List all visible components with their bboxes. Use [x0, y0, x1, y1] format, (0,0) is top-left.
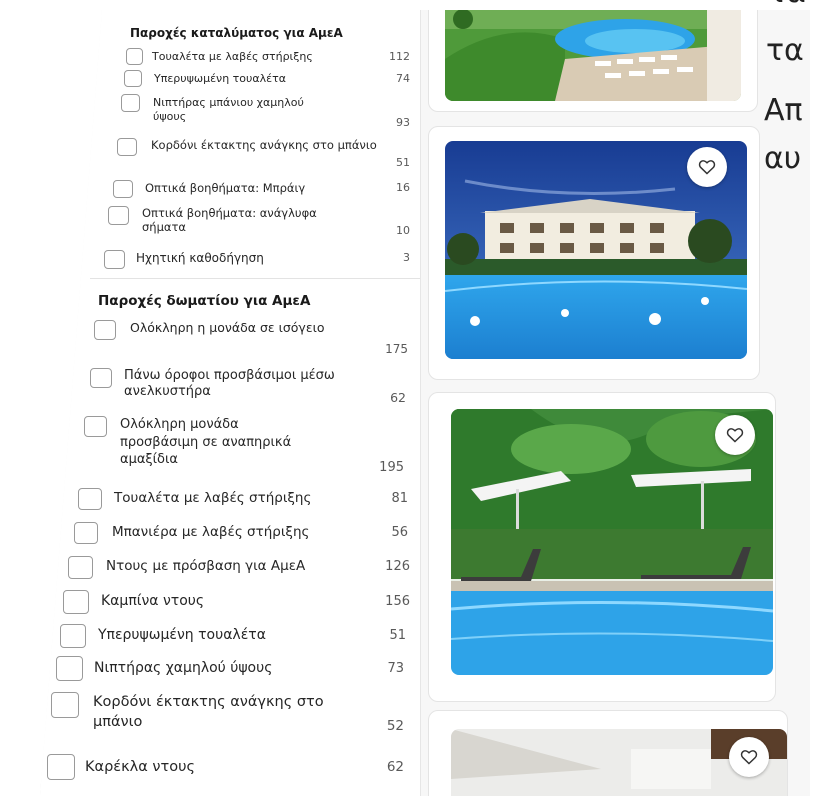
checkbox[interactable] — [47, 754, 75, 780]
filter-label: Υπερυψωμένη τουαλέτα — [154, 72, 286, 85]
filter-count: 52 — [386, 718, 404, 734]
filter-label: Οπτικά βοηθήματα: ανάγλυφα σήματα — [142, 206, 317, 235]
listing-card[interactable] — [428, 392, 776, 702]
listing-card[interactable] — [428, 126, 760, 380]
checkbox[interactable] — [108, 206, 129, 225]
listing-card[interactable] — [428, 10, 758, 112]
checkbox[interactable] — [90, 368, 112, 388]
filter-label: Νιπτήρας μπάνιου χαμηλού ύψους — [153, 96, 304, 123]
filter-row[interactable]: Ηχητική καθοδήγηση 3 — [104, 250, 418, 270]
filter-label: Ηχητική καθοδήγηση — [136, 251, 264, 265]
filter-count: 112 — [389, 50, 410, 63]
filter-count: 51 — [389, 628, 406, 643]
filter-count: 126 — [385, 559, 410, 574]
filter-row[interactable]: Κορδόνι έκτακτης ανάγκης στο μπάνιο 51 — [117, 138, 418, 174]
filter-row[interactable]: Υπερυψωμένη τουαλέτα 74 — [124, 70, 418, 90]
filter-count: 195 — [379, 460, 404, 475]
filter-row[interactable]: Ολόκληρη μονάδα προσβάσιμη σε αναπηρικά … — [84, 416, 418, 476]
filters-sidebar: Παροχές καταλύματος για ΑμεΑ Τουαλέτα με… — [40, 10, 421, 796]
cropped-text-line-2: τα — [766, 33, 804, 68]
filter-row[interactable]: Ντους με πρόσβαση για ΑμεΑ 126 — [68, 556, 418, 580]
cropped-text-line-4: αυ — [764, 141, 802, 176]
filter-row[interactable]: Νιπτήρας μπάνιου χαμηλού ύψους 93 — [121, 94, 418, 132]
filter-row[interactable]: Νιπτήρας χαμηλού ύψους 73 — [56, 656, 418, 684]
checkbox[interactable] — [113, 180, 133, 198]
checkbox[interactable] — [68, 556, 93, 579]
checkbox[interactable] — [94, 320, 116, 340]
filter-label: Οπτικά βοηθήματα: Μπράιγ — [145, 181, 306, 195]
filter-row[interactable]: Κορδόνι έκτακτης ανάγκης στο μπάνιο 52 — [51, 692, 418, 738]
filter-row[interactable]: Τουαλέτα με λαβές στήριξης 112 — [126, 48, 418, 68]
filter-row[interactable]: Τουαλέτα με λαβές στήριξης 81 — [78, 488, 418, 512]
page-sheet: Παροχές καταλύματος για ΑμεΑ Τουαλέτα με… — [40, 10, 810, 796]
listing-card[interactable] — [428, 710, 788, 796]
filter-label: Υπερυψωμένη τουαλέτα — [98, 627, 266, 643]
filter-count: 62 — [386, 759, 404, 775]
filter-row[interactable]: Οπτικά βοηθήματα: ανάγλυφα σήματα 10 — [108, 206, 418, 242]
filter-label: Ντους με πρόσβαση για ΑμεΑ — [106, 558, 306, 574]
hotel-photo-pool-lawn — [445, 10, 741, 101]
checkbox[interactable] — [51, 692, 79, 718]
filter-label: Ολόκληρη η μονάδα σε ισόγειο — [130, 320, 325, 335]
heart-icon — [740, 750, 758, 765]
favorite-button[interactable] — [729, 737, 769, 777]
filter-count: 93 — [396, 116, 410, 129]
filter-row[interactable]: Υπερυψωμένη τουαλέτα 51 — [60, 624, 418, 650]
filter-row[interactable]: Καμπίνα ντους 156 — [63, 590, 418, 616]
filter-count: 156 — [385, 594, 410, 609]
filter-label: Μπανιέρα με λαβές στήριξης — [112, 524, 310, 540]
filter-count: 81 — [391, 491, 408, 506]
checkbox[interactable] — [56, 656, 83, 681]
checkbox[interactable] — [78, 488, 102, 510]
favorite-button[interactable] — [715, 415, 755, 455]
heart-icon — [698, 160, 716, 175]
page-root: Παροχές καταλύματος για ΑμεΑ Τουαλέτα με… — [0, 0, 819, 801]
section-title-property-accessibility: Παροχές καταλύματος για ΑμεΑ — [130, 26, 343, 40]
filter-count: 51 — [396, 156, 410, 169]
checkbox[interactable] — [126, 48, 143, 65]
filter-label: Τουαλέτα με λαβές στήριξης — [152, 50, 313, 63]
filter-count: 10 — [396, 224, 410, 237]
checkbox[interactable] — [124, 70, 142, 87]
cropped-text-line-1: τα — [768, 0, 819, 8]
checkbox[interactable] — [121, 94, 140, 112]
section-divider — [90, 278, 420, 279]
filter-row[interactable]: Οπτικά βοηθήματα: Μπράιγ 16 — [113, 180, 418, 200]
filter-row[interactable]: Καρέκλα ντους 62 — [47, 754, 418, 782]
filter-count: 74 — [396, 72, 410, 85]
checkbox[interactable] — [84, 416, 107, 437]
checkbox[interactable] — [63, 590, 89, 614]
filter-label: Νιπτήρας χαμηλού ύψους — [94, 660, 273, 676]
section-title-room-accessibility: Παροχές δωματίου για ΑμεΑ — [98, 293, 311, 309]
filter-count: 73 — [387, 661, 404, 676]
favorite-button[interactable] — [687, 147, 727, 187]
filter-label: Κορδόνι έκτακτης ανάγκης στο μπάνιο — [93, 694, 324, 731]
checkbox[interactable] — [117, 138, 137, 156]
filter-row[interactable]: Πάνω όροφοι προσβάσιμοι μέσω ανελκυστήρα… — [90, 368, 418, 408]
filter-label: Καμπίνα ντους — [101, 593, 205, 609]
filter-row[interactable]: Μπανιέρα με λαβές στήριξης 56 — [74, 522, 418, 546]
checkbox[interactable] — [74, 522, 98, 544]
filter-count: 62 — [390, 390, 406, 405]
filter-count: 56 — [391, 525, 408, 540]
filter-count: 16 — [396, 181, 410, 194]
filter-label: Τουαλέτα με λαβές στήριξης — [114, 490, 312, 506]
checkbox[interactable] — [104, 250, 125, 269]
heart-icon — [726, 428, 744, 443]
filter-count: 175 — [385, 342, 408, 356]
checkbox[interactable] — [60, 624, 86, 648]
filter-row[interactable]: Ολόκληρη η μονάδα σε ισόγειο 175 — [94, 320, 418, 360]
hotel-photo[interactable] — [445, 10, 741, 101]
cropped-text-line-3: Απ — [764, 93, 803, 128]
filter-label: Ολόκληρη μονάδα προσβάσιμη σε αναπηρικά … — [120, 417, 292, 468]
filter-label: Πάνω όροφοι προσβάσιμοι μέσω ανελκυστήρα — [124, 368, 335, 400]
filter-label: Καρέκλα ντους — [85, 759, 196, 775]
filter-label: Κορδόνι έκτακτης ανάγκης στο μπάνιο — [151, 138, 377, 152]
filter-count: 3 — [403, 251, 410, 264]
